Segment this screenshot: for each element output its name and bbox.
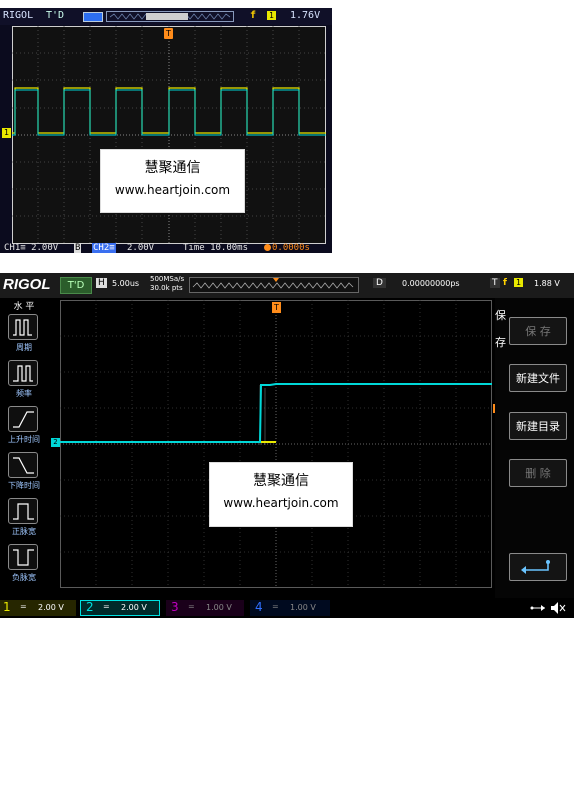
ch1-scale: CH1≡ 2.00V: [4, 243, 59, 253]
negative-width-icon: [13, 549, 34, 566]
measure-negative-width-label: 负脉宽: [12, 573, 36, 582]
trigger-channel-badge: 1: [514, 278, 524, 287]
ch2-coupling: =: [103, 602, 110, 611]
trigger-label: T: [490, 278, 500, 288]
brand-logo: RIGOL: [3, 10, 34, 21]
measure-fall-time-label: 下降时间: [8, 481, 40, 490]
time-offset: 0.0000s: [272, 243, 310, 253]
trigger-position-marker: T: [272, 302, 281, 313]
measure-frequency-button[interactable]: [8, 360, 38, 386]
ch1-suffix: B: [74, 243, 82, 253]
return-icon: [521, 560, 550, 574]
measure-period-label: 周期: [16, 343, 32, 352]
menu-title: 水 平: [13, 302, 35, 312]
bottom-status-bar: CH1≡ 2.00V B CH2≡ 2.00V Time 10.00ms 0.0…: [0, 243, 332, 253]
ch3-number: 3: [171, 600, 179, 614]
trigger-position-marker: T: [164, 28, 173, 39]
ch2-box[interactable]: 2 = 2.00 V: [80, 600, 160, 616]
new-folder-button[interactable]: 新建目录: [509, 412, 567, 440]
waveform-grid: [60, 300, 492, 588]
ch3-scale: 1.00 V: [206, 603, 232, 612]
period-icon: [13, 319, 32, 336]
measure-rise-time-label: 上升时间: [8, 435, 40, 444]
watermark-2: 慧聚通信 www.heartjoin.com: [209, 462, 353, 527]
ch1-box[interactable]: 1 = 2.00 V: [0, 600, 76, 616]
ch1-coupling: =: [20, 602, 27, 611]
measure-frequency-label: 频率: [16, 389, 32, 398]
time-scale: Time 10.00ms: [183, 243, 249, 253]
usb-icon: [530, 605, 545, 611]
watermark-url: www.heartjoin.com: [223, 496, 339, 510]
measure-positive-width-button[interactable]: [8, 498, 38, 524]
ch2-number: 2: [86, 600, 94, 614]
menu-title-2: 存: [495, 336, 506, 349]
ch4-scale: 1.00 V: [290, 603, 316, 612]
delay-label: D: [373, 278, 386, 288]
ch2-scale: 2.00V: [127, 243, 155, 253]
oscilloscope-screen-2: RIGOL T'D H 5.00us 500MSa/s 30.0k pts D …: [0, 273, 574, 618]
measure-rise-time-button[interactable]: [8, 406, 38, 432]
save-menu: 保 存 保 存 新建文件 新建目录 删 除: [495, 298, 574, 600]
memory-bar: [189, 277, 359, 293]
memory-bar: [106, 11, 234, 22]
brand-logo: RIGOL: [3, 276, 51, 293]
ch1-number: 1: [3, 600, 11, 614]
status-bar: RIGOL T'D f 1 1.76V: [0, 8, 332, 25]
ch3-box[interactable]: 3 = 1.00 V: [166, 600, 244, 616]
ch2-label: CH2≡: [92, 243, 116, 253]
save-button[interactable]: 保 存: [509, 317, 567, 345]
measure-period-button[interactable]: [8, 314, 38, 340]
trigger-offset-icon: [264, 244, 271, 251]
trigger-slope-icon: f: [503, 278, 507, 288]
fall-time-icon: [13, 457, 34, 474]
trigger-status: T'D: [60, 277, 92, 294]
trigger-level: 1.76V: [290, 10, 321, 21]
battery-icon: [83, 12, 103, 22]
measure-positive-width-label: 正脉宽: [12, 527, 36, 536]
rise-time-icon: [13, 411, 34, 428]
watermark-1: 慧聚通信 www.heartjoin.com: [100, 149, 245, 213]
measure-menu: 水 平 周期 频率 上升时间 下降时间 正脉宽 负脉宽: [0, 298, 48, 598]
oscilloscope-screen-1: RIGOL T'D f 1 1.76V T 1 CH1≡ 2.00V B CH2: [0, 8, 332, 253]
status-bar: RIGOL T'D H 5.00us 500MSa/s 30.0k pts D …: [0, 273, 574, 298]
channel-bar: 1 = 2.00 V 2 = 2.00 V 3 = 1.00 V 4 = 1.0…: [0, 598, 574, 618]
watermark-title: 慧聚通信: [253, 473, 309, 489]
ch2-ground-marker: 2: [51, 438, 60, 447]
measure-fall-time-button[interactable]: [8, 452, 38, 478]
delay-value: 0.00000000ps: [402, 279, 460, 288]
ch4-number: 4: [255, 600, 263, 614]
trigger-slope-icon: f: [250, 10, 257, 21]
new-file-button[interactable]: 新建文件: [509, 364, 567, 392]
delete-button[interactable]: 删 除: [509, 459, 567, 487]
ch1-ground-marker: 1: [2, 128, 11, 138]
frequency-icon: [13, 365, 33, 382]
speaker-mute-icon: [551, 602, 566, 614]
sample-rate: 500MSa/s: [150, 275, 185, 283]
trigger-status: T'D: [46, 10, 65, 21]
watermark-url: www.heartjoin.com: [114, 183, 231, 197]
menu-title-1: 保: [495, 309, 506, 322]
ch4-coupling: =: [272, 602, 279, 611]
memory-depth: 30.0k pts: [150, 284, 183, 292]
ch3-coupling: =: [188, 602, 195, 611]
ch2-scale: 2.00 V: [121, 603, 147, 612]
ch4-box[interactable]: 4 = 1.00 V: [250, 600, 330, 616]
return-button[interactable]: [509, 553, 567, 581]
horizontal-label: H: [96, 278, 107, 288]
watermark-title: 慧聚通信: [144, 160, 201, 176]
measure-negative-width-button[interactable]: [8, 544, 38, 570]
timebase-value: 5.00us: [112, 279, 140, 288]
positive-width-icon: [13, 503, 34, 520]
trigger-channel-badge: 1: [267, 11, 276, 20]
trigger-level: 1.88 V: [534, 279, 560, 288]
ch1-scale: 2.00 V: [38, 603, 64, 612]
